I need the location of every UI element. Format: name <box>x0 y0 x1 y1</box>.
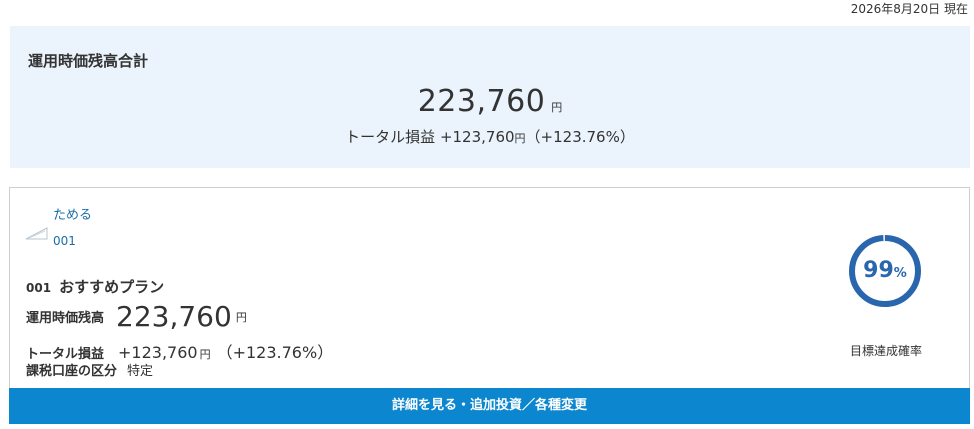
summary-pl-value: +123,760 <box>439 128 515 146</box>
achievement-rate-percent: % <box>893 266 907 281</box>
summary-pl-label: トータル損益 <box>345 128 436 146</box>
detail-button[interactable]: 詳細を見る・追加投資／各種変更 <box>9 388 970 424</box>
plan-pl-unit: 円 <box>199 348 211 361</box>
summary-title: 運用時価残高合計 <box>28 52 149 70</box>
total-balance-unit: 円 <box>551 101 563 114</box>
summary-amount: 223,760 円 <box>10 84 970 119</box>
summary-pl-unit: 円 <box>514 132 526 145</box>
plan-id: 001 <box>26 281 52 295</box>
plan-balance-value: 223,760 <box>116 300 232 333</box>
summary-profit-loss: トータル損益 +123,760円（+123.76%） <box>10 126 970 147</box>
plan-card: ためる 001 001 おすすめプラン 運用時価残高 223,760 円 トータル損益… <box>9 187 970 424</box>
goal-id: 001 <box>53 234 76 248</box>
plan-title: 001 おすすめプラン <box>26 276 164 297</box>
tax-account-value: 特定 <box>127 364 154 379</box>
goal-name-link[interactable]: ためる <box>53 204 92 223</box>
total-balance-value: 223,760 <box>417 84 546 119</box>
achievement-label: 目標達成確率 <box>849 344 922 358</box>
as-of-date: 2026年8月20日 現在 <box>850 2 968 16</box>
tax-account-label: 課税口座の区分 <box>26 364 118 379</box>
summary-pl-percent: （+123.76%） <box>525 128 635 146</box>
plan-name: おすすめプラン <box>59 278 165 296</box>
goal-image-icon <box>25 227 48 240</box>
plan-tax-row: 課税口座の区分 特定 <box>26 360 153 379</box>
achievement-rate-value: 99 <box>863 258 894 283</box>
plan-balance-row: 運用時価残高 223,760 円 <box>26 300 247 333</box>
plan-pl-percent: （+123.76%） <box>216 343 334 362</box>
plan-balance-label: 運用時価残高 <box>26 311 105 326</box>
achievement-rate: 99% <box>848 234 922 308</box>
plan-balance-unit: 円 <box>235 310 247 324</box>
balance-summary-panel: 運用時価残高合計 223,760 円 トータル損益 +123,760円（+123.… <box>10 26 970 168</box>
